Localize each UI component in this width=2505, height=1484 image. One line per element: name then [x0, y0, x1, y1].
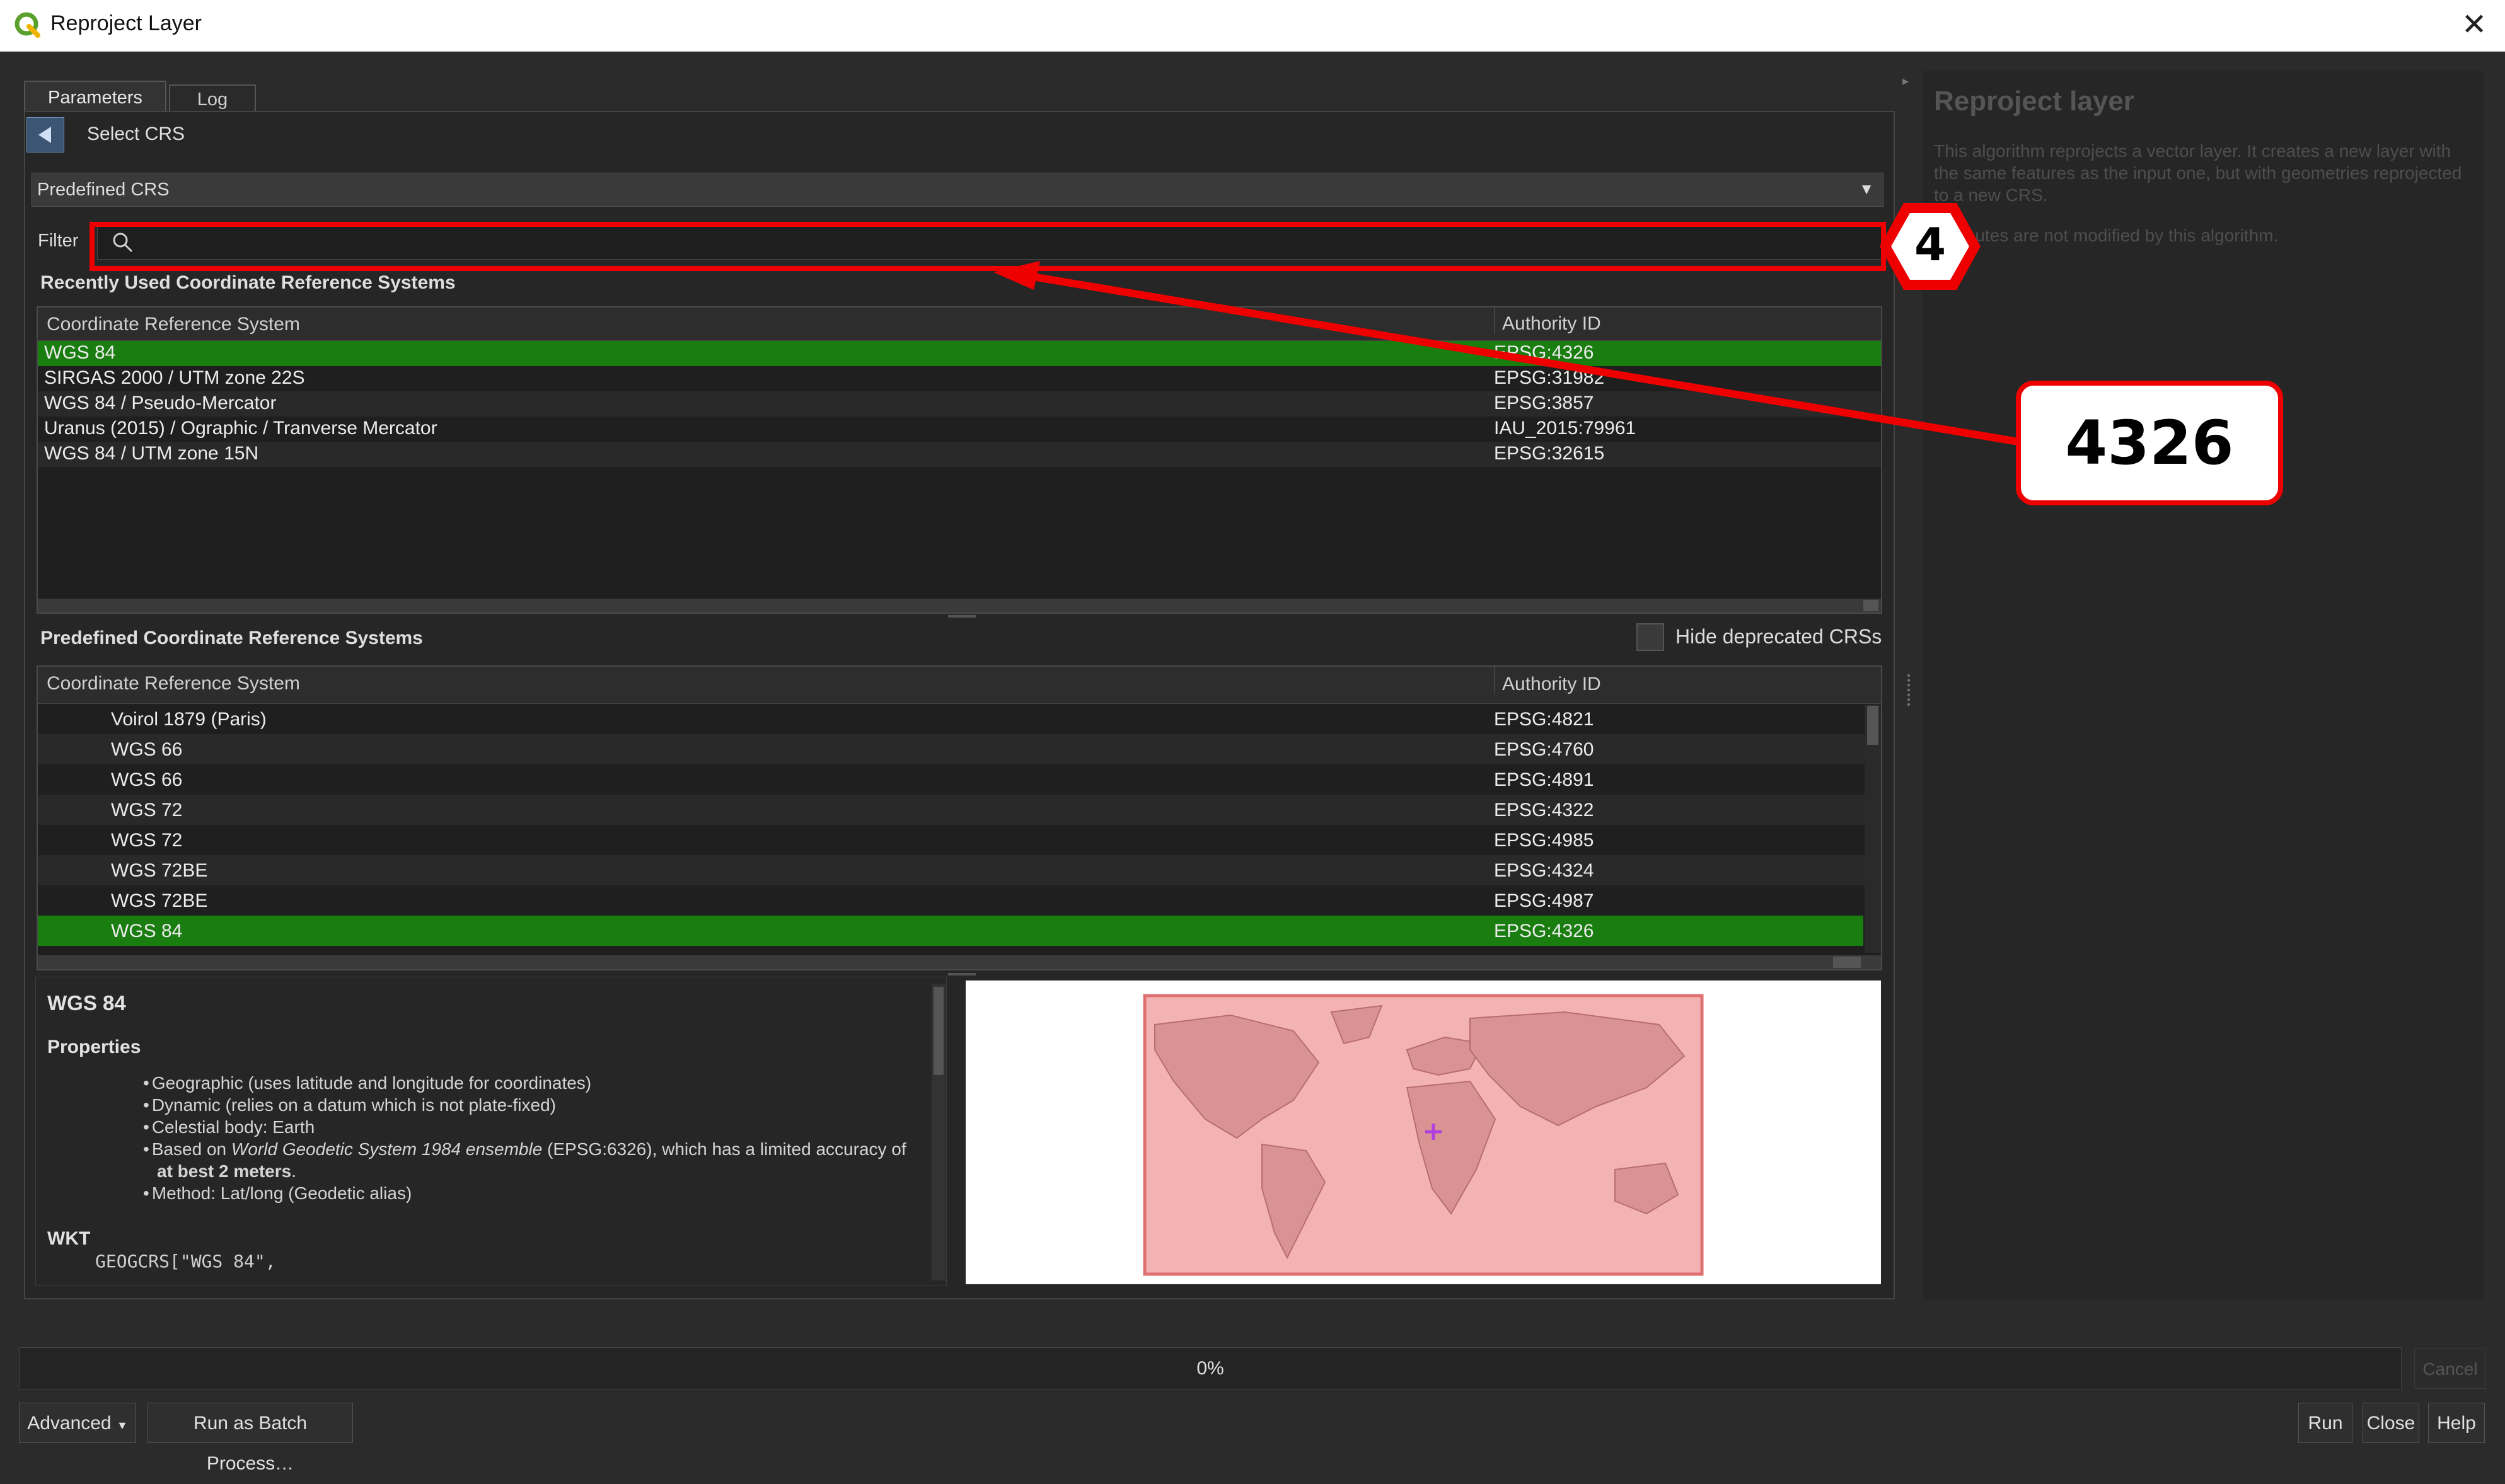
step-number-badge: 4 — [1876, 199, 1984, 294]
callout-arrow-icon — [993, 261, 2023, 446]
callout-label: 4326 — [2016, 381, 2283, 505]
step-number: 4 — [1914, 218, 1947, 271]
